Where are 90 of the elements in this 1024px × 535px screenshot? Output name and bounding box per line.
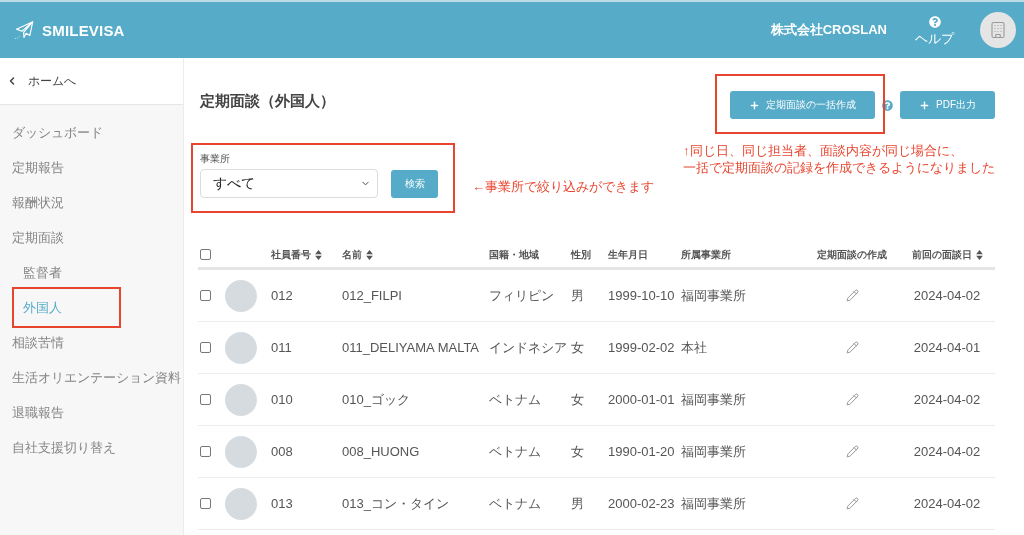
table-cell: 013 (271, 496, 293, 511)
table-cell: 福岡事業所 (681, 390, 746, 409)
table-cell: 012_FILPI (342, 288, 402, 303)
table-cell: ベトナム (489, 442, 541, 461)
sidebar-item[interactable]: ダッシュボード (0, 115, 183, 150)
table-cell: 012 (271, 288, 293, 303)
table-cell: 008 (271, 444, 293, 459)
table-cell: 1999-10-10 (608, 288, 675, 303)
column-header: 生年月日 (608, 247, 648, 262)
table-cell: 013_コン・タイン (342, 494, 449, 513)
annotation-note: ↑同じ日、同じ担当者、面談内容が同じ場合に、 一括で定期面談の記録を作成できるようになりました (683, 142, 995, 176)
table-cell: 1999-02-02 (608, 340, 675, 355)
sidebar-item[interactable]: 自社支援切り替え (0, 430, 183, 465)
table-cell: 男 (571, 286, 584, 305)
table-cell: 女 (571, 390, 584, 409)
table-cell: 2024-04-01 (913, 340, 981, 355)
field-label: 事業所 (200, 153, 231, 165)
home-link[interactable]: ホームへ (0, 58, 183, 105)
table-cell: 本社 (681, 338, 707, 357)
avatar-placeholder (225, 279, 257, 312)
brand-name: SMILEVISA (42, 21, 125, 39)
column-header: 前回の面談日 (911, 247, 972, 262)
avatar-placeholder (225, 383, 257, 416)
table-cell: ベトナム (489, 390, 541, 409)
paper-plane-icon (14, 20, 34, 40)
sidebar-item[interactable]: 外国人 (12, 290, 183, 325)
help-icon (928, 16, 941, 28)
sidebar-item[interactable]: 定期面談 (0, 220, 183, 255)
table-cell: 2000-01-01 (608, 392, 675, 407)
table-cell: 女 (571, 338, 584, 357)
search-button[interactable]: 検索 (391, 169, 438, 198)
column-header: 定期面談の作成 (817, 247, 887, 262)
plus-icon (919, 99, 930, 111)
pencil-icon[interactable] (845, 341, 859, 354)
table-cell: 福岡事業所 (681, 442, 746, 461)
table-cell: 2000-02-23 (608, 496, 675, 511)
table-cell: 男 (571, 494, 584, 513)
column-header: 国籍・地域 (489, 247, 539, 262)
building-icon (989, 21, 1007, 39)
column-header: 所属事業所 (681, 247, 731, 262)
table-cell: ベトナム (489, 494, 541, 513)
sort-icon[interactable] (366, 249, 373, 260)
sidebar-item[interactable]: 生活オリエンテーション資料 (0, 360, 183, 395)
row-checkbox[interactable] (200, 394, 211, 405)
help-button[interactable]: ヘルプ (915, 16, 954, 48)
table-cell: 010 (271, 392, 293, 407)
table-cell: 福岡事業所 (681, 494, 746, 513)
page-title: 定期面談（外国人） (200, 91, 335, 111)
sidebar-item[interactable]: 相談苦情 (0, 325, 183, 360)
column-header: 社員番号 (271, 247, 311, 262)
avatar-placeholder (225, 331, 257, 364)
company-name: 株式会社CROSLAN (770, 21, 887, 39)
pencil-icon[interactable] (845, 289, 859, 302)
table-cell: 女 (571, 442, 584, 461)
select-all-checkbox[interactable] (200, 249, 211, 260)
sort-icon[interactable] (975, 249, 983, 260)
table-cell: インドネシア (489, 338, 567, 357)
avatar-placeholder (225, 435, 257, 468)
row-checkbox[interactable] (200, 342, 211, 353)
table-cell: 2024-04-02 (913, 496, 981, 511)
action-button[interactable]: 定期面談の一括作成 (730, 91, 875, 119)
plus-icon (749, 99, 760, 111)
row-checkbox[interactable] (200, 290, 211, 301)
sidebar-item[interactable]: 監督者 (12, 255, 183, 290)
table-cell: 福岡事業所 (681, 286, 746, 305)
table-cell: 1990-01-20 (608, 444, 675, 459)
row-checkbox[interactable] (200, 498, 211, 509)
pencil-icon[interactable] (845, 497, 859, 510)
annotation-note: ←事業所で絞り込みができます (472, 178, 654, 195)
table-cell: 008_HUONG (342, 444, 420, 459)
sort-icon[interactable] (315, 249, 322, 260)
table-cell: 2024-04-02 (913, 444, 981, 459)
action-button[interactable]: PDF出力 (900, 91, 995, 119)
table-cell: 2024-04-02 (913, 392, 981, 407)
table-cell: 011 (271, 340, 292, 355)
pencil-icon[interactable] (845, 393, 859, 406)
avatar-placeholder (225, 487, 257, 520)
office-select[interactable]: すべて (200, 169, 378, 198)
sidebar-item[interactable]: 定期報告 (0, 150, 183, 185)
help-icon[interactable] (882, 99, 893, 111)
table-cell: 010_ゴック (342, 390, 410, 409)
column-header: 性別 (571, 247, 591, 262)
table-cell: フィリピン (489, 286, 554, 305)
pencil-icon[interactable] (845, 445, 859, 458)
column-header: 名前 (342, 247, 362, 262)
table-cell: 011_DELIYAMA MALTA (342, 340, 480, 355)
table-cell: 2024-04-02 (913, 288, 981, 303)
row-checkbox[interactable] (200, 446, 211, 457)
sidebar-item[interactable]: 退職報告 (0, 395, 183, 430)
sidebar-item[interactable]: 報酬状況 (0, 185, 183, 220)
